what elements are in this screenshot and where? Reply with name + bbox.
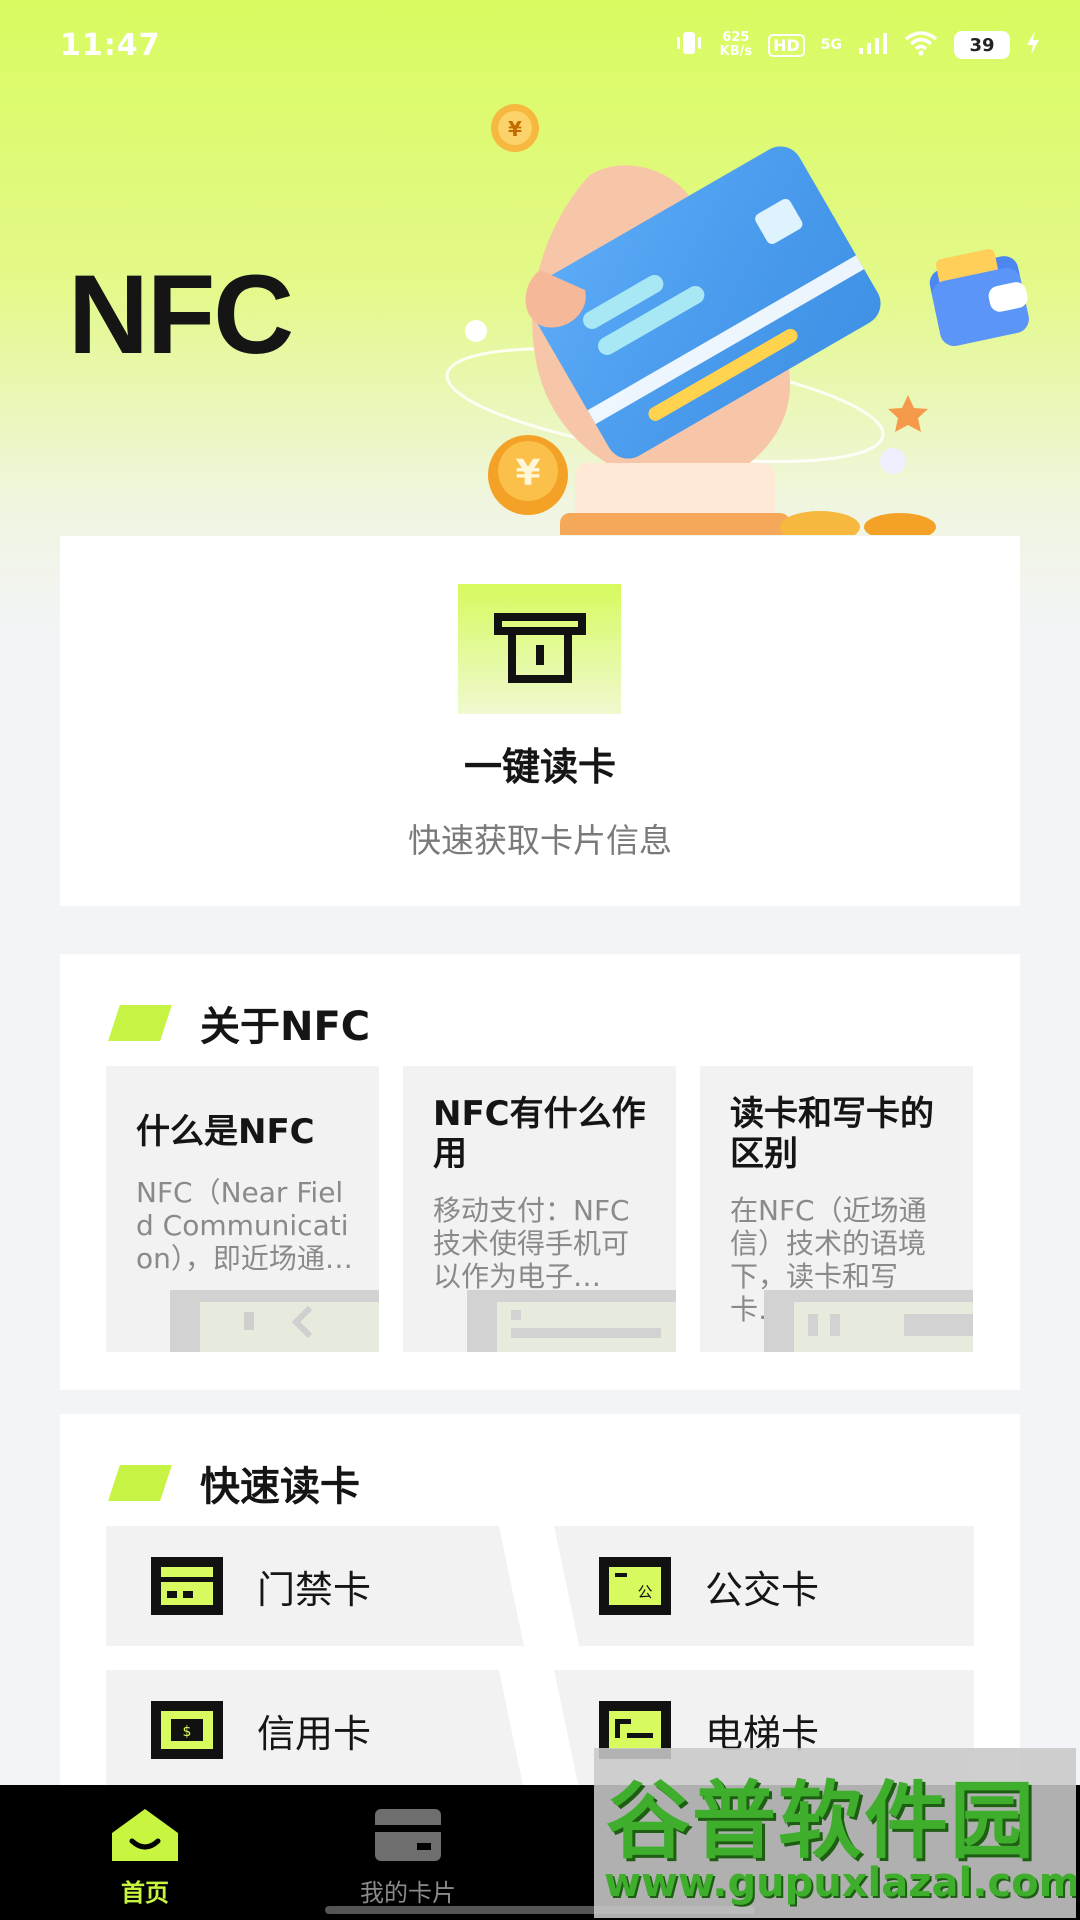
about-item-what-is-nfc[interactable]: 什么是NFC NFC（Near Field Communication），即近场… — [106, 1066, 379, 1352]
credit-card-icon: $ — [151, 1701, 223, 1759]
about-nfc-section: 关于NFC 什么是NFC NFC（Near Field Communicatio… — [60, 954, 1020, 1390]
about-item-title: NFC有什么作用 — [433, 1094, 646, 1174]
about-item-desc: NFC（Near Field Communication），即近场通… — [136, 1176, 353, 1275]
section-header: 快速读卡 — [106, 1454, 360, 1512]
net-speed: 625 KB/s — [720, 31, 752, 59]
charging-icon — [1026, 31, 1040, 59]
vibrate-icon — [674, 30, 704, 60]
quick-item-access-card[interactable]: 门禁卡 — [106, 1526, 524, 1646]
tab-home[interactable]: 首页 — [45, 1807, 245, 1908]
bus-card-icon-text: 公 — [637, 1583, 652, 1601]
watermark-overlay: 谷普软件园 www.gupuxlazal.com — [594, 1748, 1076, 1918]
read-card-title: 一键读卡 — [463, 745, 616, 789]
card-reader-icon — [458, 584, 621, 714]
quick-item-credit-card[interactable]: $ 信用卡 — [106, 1670, 524, 1790]
section-marker-icon — [108, 1005, 172, 1041]
net-speed-value: 625 — [722, 30, 750, 45]
quick-item-label: 信用卡 — [257, 1711, 372, 1756]
lines-decoration-icon — [467, 1290, 676, 1352]
watermark-title: 谷普软件园 — [606, 1772, 1037, 1870]
status-icons: 625 KB/s HD 5G 39 — [674, 30, 1040, 60]
section-header: 关于NFC — [106, 994, 370, 1052]
watermark-url: www.gupuxlazal.com — [604, 1860, 1076, 1906]
section-title: 关于NFC — [200, 1004, 371, 1050]
access-card-icon — [151, 1557, 223, 1615]
signal-icon — [858, 32, 888, 58]
hd-badge: HD — [768, 33, 805, 57]
network-type: 5G — [820, 37, 842, 53]
bars-decoration-icon — [764, 1290, 973, 1352]
wallet-icon-art — [929, 249, 1029, 346]
about-item-read-vs-write[interactable]: 读卡和写卡的区别 在NFC（近场通信）技术的语境下，读卡和写卡… — [700, 1066, 973, 1352]
section-title: 快速读卡 — [200, 1464, 360, 1510]
quick-item-bus-card[interactable]: 公 公交卡 — [554, 1526, 974, 1646]
about-item-nfc-uses[interactable]: NFC有什么作用 移动支付：NFC技术使得手机可以作为电子… — [403, 1066, 676, 1352]
quick-item-label: 门禁卡 — [257, 1567, 372, 1612]
tab-label: 我的卡片 — [360, 1879, 456, 1907]
wifi-icon — [904, 30, 938, 60]
battery-indicator: 39 — [954, 31, 1010, 59]
tab-my-cards[interactable]: 我的卡片 — [308, 1807, 508, 1908]
coin-symbol: ¥ — [508, 117, 522, 141]
read-card-subtitle: 快速获取卡片信息 — [408, 821, 672, 860]
home-icon — [112, 1809, 178, 1861]
status-bar: 11:47 625 KB/s HD 5G 39 — [0, 0, 1080, 90]
about-item-title: 读卡和写卡的区别 — [730, 1094, 934, 1174]
status-time: 11:47 — [60, 27, 161, 63]
net-speed-unit: KB/s — [719, 44, 753, 59]
hero-title: NFC — [68, 252, 294, 377]
card-in-hand-illustration: ¥ ¥ — [445, 104, 1029, 535]
card-wallet-icon — [375, 1809, 441, 1861]
credit-card-icon-text: $ — [183, 1724, 192, 1740]
quick-item-label: 公交卡 — [705, 1567, 820, 1612]
about-item-title: 什么是NFC — [136, 1112, 315, 1152]
one-click-read-card[interactable]: 一键读卡 快速获取卡片信息 — [60, 536, 1020, 906]
arrow-left-decoration-icon — [170, 1290, 379, 1352]
tab-label: 首页 — [121, 1879, 169, 1907]
bus-card-icon: 公 — [599, 1557, 671, 1615]
section-marker-icon — [108, 1465, 172, 1501]
coin-symbol-large: ¥ — [515, 453, 540, 494]
